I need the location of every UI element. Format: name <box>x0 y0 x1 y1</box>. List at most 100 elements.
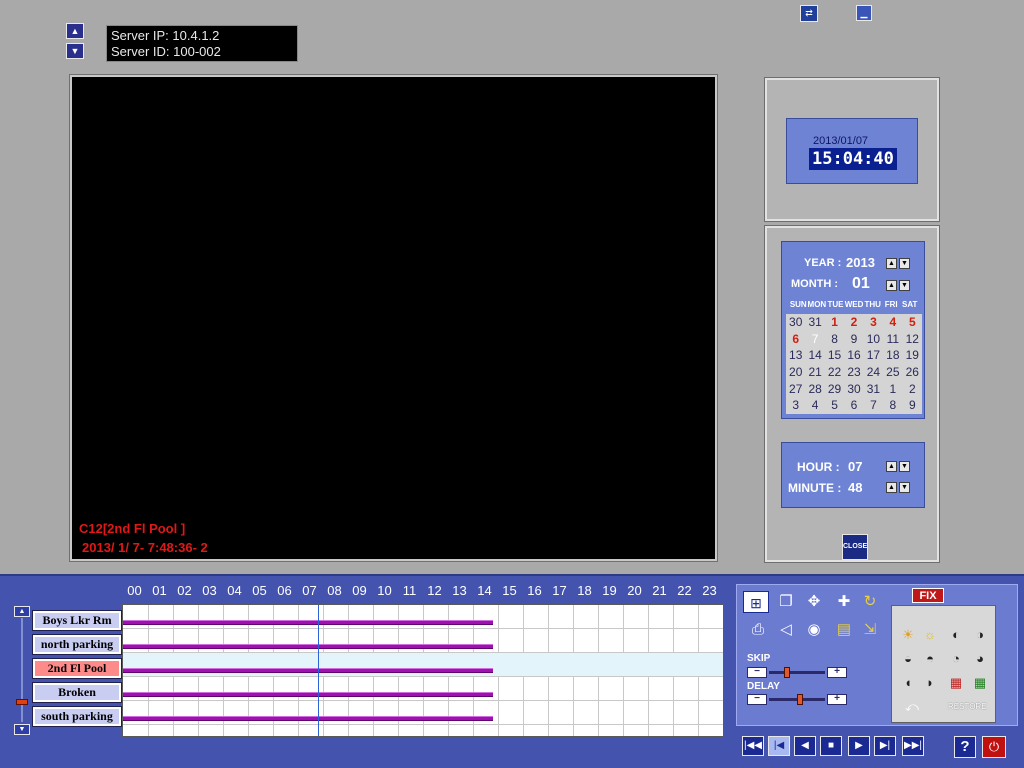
calendar-day[interactable]: 5 <box>825 397 844 414</box>
calendar-day[interactable]: 4 <box>805 397 824 414</box>
timeline-cursor[interactable] <box>318 605 319 736</box>
hue-up-icon[interactable]: ◗ <box>920 674 940 692</box>
play-reverse-button[interactable]: ◀ <box>794 736 816 756</box>
calendar-day[interactable]: 14 <box>805 347 824 364</box>
calendar-day[interactable]: 1 <box>883 381 902 398</box>
calendar-day[interactable]: 11 <box>883 331 902 348</box>
recording-bar[interactable] <box>123 716 493 721</box>
stop-button[interactable]: ■ <box>820 736 842 756</box>
split-screen-icon[interactable]: ⊞ <box>743 591 769 613</box>
skip-minus-button[interactable]: − <box>747 667 767 678</box>
play-button[interactable]: ▶ <box>848 736 870 756</box>
copy-icon[interactable]: ❐ <box>775 591 797 613</box>
color-balance-up-icon[interactable]: ▦ <box>970 674 990 692</box>
sharpness-down-icon[interactable]: ◒ <box>898 650 918 668</box>
restore-icon[interactable]: ⤺ <box>902 698 922 716</box>
delay-plus-button[interactable]: + <box>827 694 847 705</box>
step-forward-button[interactable]: ▶| <box>874 736 896 756</box>
calendar-day[interactable]: 20 <box>786 364 805 381</box>
camera-scrollbar[interactable]: ▲ ▼ <box>12 606 32 735</box>
calendar-day[interactable]: 21 <box>805 364 824 381</box>
calendar-day[interactable]: 29 <box>825 381 844 398</box>
calendar-day[interactable]: 8 <box>825 331 844 348</box>
year-down-button[interactable]: ▼ <box>899 258 910 269</box>
first-frame-button[interactable]: |◀◀ <box>742 736 764 756</box>
month-down-button[interactable]: ▼ <box>899 280 910 291</box>
help-button[interactable]: ? <box>954 736 976 758</box>
print-icon[interactable]: ⎙ <box>747 619 769 641</box>
month-up-button[interactable]: ▲ <box>886 280 897 291</box>
calendar-day[interactable]: 22 <box>825 364 844 381</box>
disc-icon[interactable]: ◉ <box>803 619 825 641</box>
calendar-day[interactable]: 5 <box>903 314 922 331</box>
refresh-icon[interactable]: ↻ <box>859 591 881 613</box>
restore-label[interactable]: RESTORE <box>948 702 987 711</box>
recording-timeline[interactable] <box>122 604 724 737</box>
calendar-day[interactable]: 16 <box>844 347 863 364</box>
zoom-icon[interactable]: ✚ <box>833 591 855 613</box>
calendar-day[interactable]: 6 <box>844 397 863 414</box>
delay-slider-knob[interactable] <box>796 694 803 705</box>
calendar-day[interactable]: 31 <box>805 314 824 331</box>
calendar-day[interactable]: 26 <box>903 364 922 381</box>
recording-bar[interactable] <box>123 620 493 625</box>
calendar-day[interactable]: 10 <box>864 331 883 348</box>
camera-button[interactable]: 2nd Fl Pool <box>32 658 122 679</box>
calendar-day[interactable]: 17 <box>864 347 883 364</box>
calendar-day[interactable]: 2 <box>844 314 863 331</box>
minute-up-button[interactable]: ▲ <box>886 482 897 493</box>
calendar-day[interactable]: 6 <box>786 331 805 348</box>
calendar-day[interactable]: 9 <box>844 331 863 348</box>
scroll-thumb[interactable] <box>16 699 28 705</box>
contrast-down-icon[interactable]: ◐ <box>946 626 966 644</box>
hour-down-button[interactable]: ▼ <box>899 461 910 472</box>
recording-bar[interactable] <box>123 692 493 697</box>
calendar-day[interactable]: 4 <box>883 314 902 331</box>
calendar-day[interactable]: 15 <box>825 347 844 364</box>
close-button[interactable]: CLOSE <box>842 534 868 560</box>
calendar-day[interactable]: 3 <box>786 397 805 414</box>
camera-button[interactable]: Broken <box>32 682 122 703</box>
book-icon[interactable]: ▤ <box>833 619 855 641</box>
calendar-day[interactable]: 27 <box>786 381 805 398</box>
recording-bar[interactable] <box>123 668 493 673</box>
hour-up-button[interactable]: ▲ <box>886 461 897 472</box>
brightness-down-icon[interactable]: ☀ <box>898 626 918 644</box>
calendar-day[interactable]: 19 <box>903 347 922 364</box>
sharpness-up-icon[interactable]: ◓ <box>920 650 940 668</box>
calendar-day[interactable]: 8 <box>883 397 902 414</box>
calendar-day[interactable]: 7 <box>805 331 824 348</box>
camera-button[interactable]: south parking <box>32 706 122 727</box>
skip-plus-button[interactable]: + <box>827 667 847 678</box>
switch-mode-button[interactable]: ⇄ <box>800 5 818 22</box>
audio-icon[interactable]: ◁ <box>775 619 797 641</box>
power-button[interactable]: ⏻ <box>982 736 1006 758</box>
calendar-day[interactable]: 30 <box>786 314 805 331</box>
camera-button[interactable]: Boys Lkr Rm <box>32 610 122 631</box>
camera-button[interactable]: north parking <box>32 634 122 655</box>
export-icon[interactable]: ⇲ <box>859 619 881 641</box>
contrast-up-icon[interactable]: ◑ <box>970 626 990 644</box>
skip-slider-track[interactable] <box>769 671 825 674</box>
saturation-up-icon[interactable]: ◕ <box>970 650 990 668</box>
delay-minus-button[interactable]: − <box>747 694 767 705</box>
calendar-day[interactable]: 23 <box>844 364 863 381</box>
saturation-down-icon[interactable]: ◔ <box>946 650 966 668</box>
server-up-button[interactable]: ▲ <box>66 23 84 39</box>
pan-icon[interactable]: ✥ <box>803 591 825 613</box>
skip-slider-knob[interactable] <box>784 667 790 678</box>
last-frame-button[interactable]: ▶▶| <box>902 736 924 756</box>
camera-scroll-up-button[interactable]: ▲ <box>14 606 30 617</box>
minimize-button[interactable]: ▁ <box>856 5 872 21</box>
hue-down-icon[interactable]: ◖ <box>898 674 918 692</box>
calendar-day[interactable]: 13 <box>786 347 805 364</box>
calendar-day[interactable]: 24 <box>864 364 883 381</box>
calendar-day[interactable]: 12 <box>903 331 922 348</box>
step-back-button[interactable]: |◀ <box>768 736 790 756</box>
calendar-day[interactable]: 31 <box>864 381 883 398</box>
calendar-day[interactable]: 3 <box>864 314 883 331</box>
camera-scroll-down-button[interactable]: ▼ <box>14 724 30 735</box>
recording-bar[interactable] <box>123 644 493 649</box>
brightness-up-icon[interactable]: ☼ <box>920 626 940 644</box>
calendar-day[interactable]: 2 <box>903 381 922 398</box>
